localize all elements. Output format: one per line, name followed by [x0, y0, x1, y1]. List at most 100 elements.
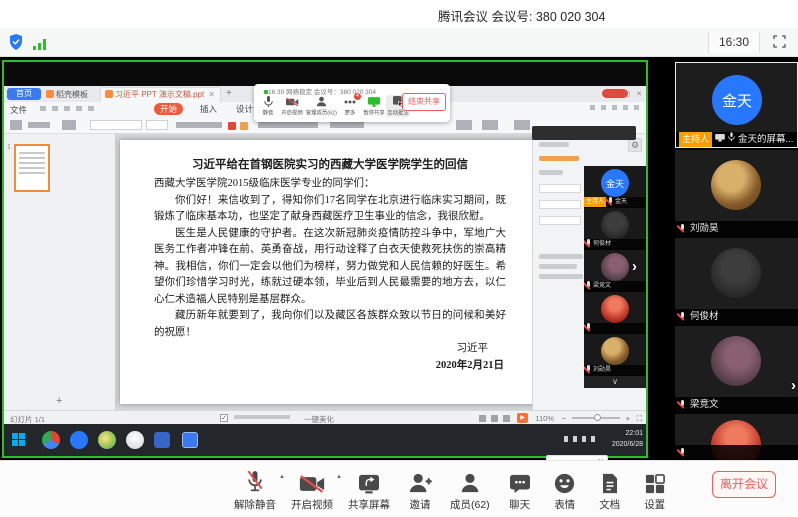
- font-family-select[interactable]: [90, 120, 142, 130]
- settings-grid-icon: [640, 468, 670, 494]
- leave-meeting-button[interactable]: 离开会议: [712, 471, 776, 498]
- pane-link[interactable]: [539, 156, 579, 161]
- participant-tile[interactable]: 何俊材: [675, 238, 798, 324]
- zoom-out-icon[interactable]: −: [562, 414, 566, 423]
- slide-thumbnail-panel: 1 +: [4, 134, 116, 410]
- members-button[interactable]: 成员(62): [450, 468, 490, 512]
- quick-access-toolbar[interactable]: [40, 106, 100, 111]
- view-normal-icon[interactable]: [479, 415, 486, 422]
- end-share-button[interactable]: 结束共享: [402, 93, 446, 111]
- paste-button[interactable]: [10, 120, 22, 130]
- system-tray[interactable]: [564, 436, 600, 442]
- chrome-icon[interactable]: [42, 431, 60, 449]
- participant-tile[interactable]: 刘勋昊: [675, 150, 798, 236]
- pane-input-1[interactable]: [539, 184, 581, 193]
- fullscreen-icon[interactable]: [773, 35, 786, 53]
- float-more-button[interactable]: 4 更多: [338, 95, 362, 117]
- slide-tools[interactable]: [62, 120, 76, 130]
- float-camera-button[interactable]: 开启视频: [280, 95, 304, 117]
- ribbon-right-tools[interactable]: [590, 105, 640, 110]
- invite-button[interactable]: 邀请: [405, 468, 435, 512]
- start-video-button[interactable]: ▲ 开启视频: [291, 468, 333, 512]
- mini-video-strip: 金天 主持人 金天 何俊材 梁竞文 刘勋昊: [584, 166, 646, 388]
- avatar: [601, 295, 629, 323]
- find-button[interactable]: [456, 120, 472, 130]
- new-tab-button[interactable]: +: [226, 88, 232, 99]
- pane-input-3[interactable]: [539, 216, 581, 225]
- highlight-color-chip[interactable]: [240, 122, 248, 130]
- view-sorter-icon[interactable]: [491, 415, 498, 422]
- members-icon: [304, 95, 338, 108]
- participant-tile[interactable]: 梁竞文: [675, 326, 798, 412]
- pane-settings-icon[interactable]: ⚙: [628, 138, 642, 152]
- font-color-chip[interactable]: [228, 122, 236, 130]
- fit-screen-icon[interactable]: ⛶: [637, 414, 642, 424]
- new-slide-button[interactable]: +: [56, 395, 62, 407]
- document-page[interactable]: 习近平给在首钢医院实习的西藏大学医学院学生的回信 西藏大学医学院2015级临床医…: [120, 140, 540, 404]
- mini-tile[interactable]: 何俊材: [584, 208, 646, 250]
- wps-window-controls[interactable]: — ▢ ✕: [611, 90, 644, 98]
- network-ok-icon: [264, 90, 268, 94]
- participant-tile-host[interactable]: 金天 主持人 金天的屏幕...: [675, 62, 798, 148]
- unmute-button[interactable]: ▲ 解除静音: [234, 468, 276, 512]
- clipboard-tools[interactable]: [28, 122, 50, 128]
- zoom-level[interactable]: 110%: [535, 414, 554, 423]
- app-icon-3[interactable]: [154, 432, 170, 448]
- float-pause-share-button[interactable]: 暂停共享: [362, 95, 386, 117]
- letter-title: 习近平给在首钢医院实习的西藏大学医学院学生的回信: [154, 156, 506, 172]
- view-reading-icon[interactable]: [503, 415, 510, 422]
- notification-badge: 4: [354, 93, 361, 100]
- mic-options-caret[interactable]: ▲: [279, 474, 285, 480]
- ribbon-tab-home[interactable]: 开始: [154, 103, 183, 115]
- ribbon-tab-insert[interactable]: 插入: [200, 103, 217, 115]
- start-button[interactable]: [12, 433, 26, 447]
- close-tab-icon[interactable]: ✕: [208, 90, 215, 99]
- share-screen-button[interactable]: 共享屏幕: [348, 468, 390, 512]
- app-icon-2[interactable]: [126, 431, 144, 449]
- strip-expand-chevron[interactable]: ›: [632, 258, 637, 275]
- float-mute-button[interactable]: 静音: [256, 95, 280, 117]
- docs-button[interactable]: 文档: [595, 468, 625, 512]
- mini-tile[interactable]: [584, 292, 646, 334]
- chat-button[interactable]: 聊天: [505, 468, 535, 512]
- mic-muted-icon: [678, 448, 687, 458]
- strip-collapse-button[interactable]: ∨: [584, 376, 646, 388]
- mic-muted-icon: [678, 400, 687, 410]
- pane-input-2[interactable]: [539, 200, 581, 209]
- settings-button[interactable]: 设置: [640, 468, 670, 512]
- file-menu[interactable]: 文件: [10, 104, 27, 116]
- wps-icon[interactable]: [182, 432, 198, 448]
- zoom-slider-knob[interactable]: [594, 414, 601, 421]
- font-size-select[interactable]: [146, 120, 168, 130]
- network-signal-icon[interactable]: [33, 37, 46, 55]
- mic-muted-icon: [606, 197, 615, 207]
- mini-tile[interactable]: 刘勋昊: [584, 334, 646, 376]
- wps-home-tab[interactable]: 首页: [7, 88, 41, 100]
- emoji-button[interactable]: 表情: [550, 468, 580, 512]
- float-members-button[interactable]: 管理成员(62): [304, 95, 338, 117]
- zoom-in-icon[interactable]: +: [626, 414, 630, 423]
- wps-document-tab[interactable]: 习近平 PPT 演示文稿.ppt✕: [100, 87, 221, 102]
- list-buttons[interactable]: [330, 122, 364, 128]
- participant-name: 刘勋昊: [690, 221, 719, 236]
- camera-options-caret[interactable]: ▲: [336, 474, 342, 480]
- slide-thumbnail[interactable]: [14, 144, 50, 192]
- sidebar-next-page-chevron[interactable]: ›: [791, 377, 796, 394]
- participant-tile[interactable]: [675, 414, 798, 460]
- paragraph-buttons[interactable]: [258, 122, 318, 128]
- app-icon-1[interactable]: [98, 431, 116, 449]
- replace-button[interactable]: [482, 120, 498, 130]
- security-shield-icon[interactable]: [9, 34, 23, 55]
- mic-icon: [256, 95, 280, 108]
- browser-icon[interactable]: [70, 431, 88, 449]
- select-button[interactable]: [514, 120, 530, 130]
- notes-checkbox[interactable]: ✓: [220, 414, 228, 422]
- letter-paragraph-3: 藏历新年就要到了，我向你们以及藏区各族群众致以节日的问候和美好的祝愿！: [154, 308, 506, 341]
- mini-tile-host[interactable]: 金天 主持人 金天: [584, 166, 646, 208]
- taskbar-clock[interactable]: 22:01 2020/6/28: [612, 428, 643, 450]
- font-style-buttons[interactable]: [176, 122, 222, 128]
- zoom-slider[interactable]: [572, 417, 620, 419]
- slideshow-play-icon[interactable]: ▶: [517, 413, 528, 423]
- ribbon-tab-design[interactable]: 设计: [236, 103, 253, 115]
- wps-template-tab[interactable]: 稻壳模板: [46, 89, 88, 100]
